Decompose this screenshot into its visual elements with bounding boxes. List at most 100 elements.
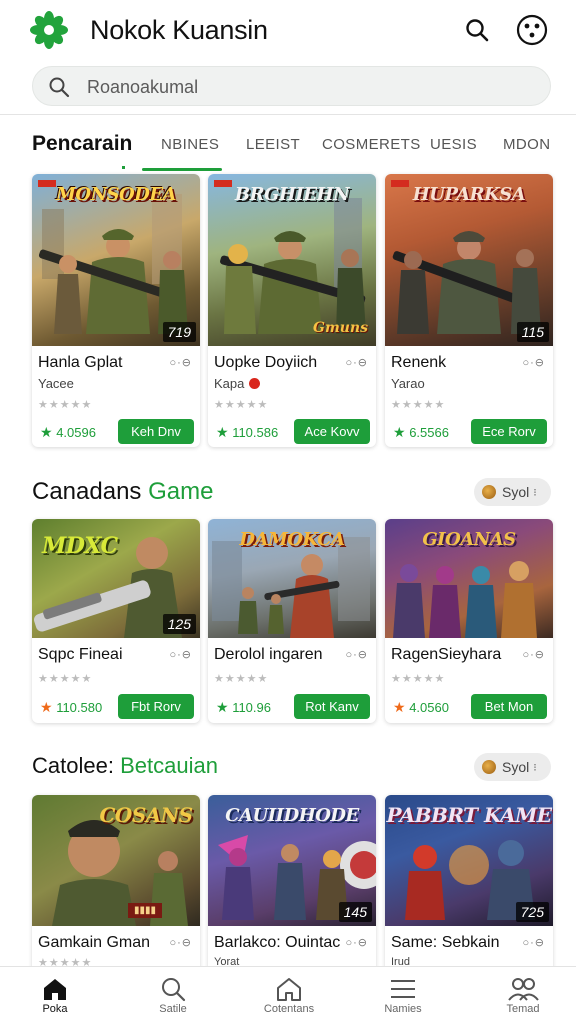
star-icon: ★ (40, 424, 53, 440)
tab-nbines[interactable]: NBINES (161, 136, 219, 153)
sort-chip[interactable]: Syol ⁝ (474, 478, 551, 506)
game-art: BRGHIEHN Gmuns (208, 174, 376, 346)
game-card[interactable]: GIOANAS RagenSieyhara ○·⊖ ★★★★★ ★ 4.0560… (385, 519, 553, 723)
more-options-icon[interactable]: ○·⊖ (522, 936, 545, 949)
game-art-title: GIOANAS (422, 529, 516, 550)
price-value: 4.0560 (409, 700, 449, 715)
game-art: DAMOKCA (208, 519, 376, 638)
nav-label: Satile (159, 1003, 187, 1015)
game-publisher: Kapa (214, 376, 261, 391)
sort-chip[interactable]: Syol ⁝ (474, 753, 551, 781)
house-outline-icon (244, 975, 334, 1003)
star-rating: ★★★★★ (391, 399, 446, 411)
game-name: RagenSieyhara (391, 646, 502, 663)
game-art: CAUIIDHODE 145 (208, 795, 376, 926)
game-card[interactable]: DAMOKCA Derolol ingaren ○·⊖ ★★★★★ ★ 110.… (208, 519, 376, 723)
game-name: Hanla Gplat (38, 354, 123, 371)
game-card[interactable]: HUPARKSA 115 Renenk ○·⊖ Yarao ★★★★★ ★ 6.… (385, 174, 553, 447)
game-art-title: DAMOKCA (239, 529, 345, 550)
search-icon (128, 975, 218, 1003)
game-art-banner: ▮▮▮▮ (128, 903, 163, 918)
more-options-icon[interactable]: ○·⊖ (345, 356, 368, 369)
game-price: ★ 4.0560 (393, 699, 449, 716)
rating-badge: 115 (516, 322, 549, 342)
game-art-logo: Gmuns (312, 320, 368, 336)
section-title: Catolee: Betcauian (32, 753, 218, 779)
bottom-navigation: Poka Satile Cotentans Namies Temad (0, 966, 576, 1024)
game-name: Renenk (391, 354, 447, 371)
star-icon: ★ (216, 699, 229, 715)
nav-item-search[interactable]: Satile (128, 975, 218, 1015)
sort-label: Syol (502, 484, 530, 500)
nav-item-team[interactable]: Temad (478, 975, 568, 1015)
get-button[interactable]: Ece Rorv (471, 419, 547, 444)
price-value: 6.5566 (409, 425, 449, 440)
price-value: 110.586 (232, 425, 279, 440)
chevron-icon: ⁝ (533, 761, 537, 774)
search-bar[interactable] (32, 66, 551, 106)
more-options-icon[interactable]: ○·⊖ (169, 356, 192, 369)
nav-label: Temad (506, 1003, 540, 1015)
game-name: Sqpc Fineai (38, 646, 123, 663)
section-title-main: Canadans (32, 478, 142, 505)
game-card[interactable]: MDXC 125 Sqpc Fineai ○·⊖ ★★★★★ ★ 110.580… (32, 519, 200, 723)
nav-item-contents[interactable]: Cotentans (244, 975, 334, 1015)
game-card[interactable]: COSANS ▮▮▮▮ Gamkain Gman ○·⊖ ★★★★★ (32, 795, 200, 975)
game-art-title: MONSODEA (55, 184, 177, 205)
get-button[interactable]: Keh Dnv (118, 419, 194, 444)
more-options-icon[interactable]: ○·⊖ (169, 936, 192, 949)
coin-icon (482, 760, 496, 774)
game-price: ★ 6.5566 (393, 424, 449, 441)
category-tabs: Pencarain NBINES LEEIST COSMERETS UESIS … (0, 124, 576, 172)
game-art: MDXC 125 (32, 519, 200, 638)
nav-label: Cotentans (263, 1003, 315, 1015)
section-title-accent: Game (148, 478, 214, 505)
search-icon[interactable] (461, 14, 493, 46)
star-icon: ★ (393, 699, 406, 715)
game-name: Gamkain Gman (38, 934, 151, 951)
price-value: 110.580 (56, 700, 103, 715)
more-options-icon[interactable]: ○·⊖ (522, 648, 545, 661)
more-options-icon[interactable]: ○·⊖ (345, 936, 368, 949)
game-card[interactable]: BRGHIEHN Gmuns Uopke Doyiich ○·⊖ Kapa ★★… (208, 174, 376, 447)
game-price: ★ 110.580 (40, 699, 102, 716)
tab-leeist[interactable]: LEEIST (246, 136, 300, 153)
profile-icon[interactable] (516, 14, 548, 46)
chevron-icon: ⁝ (533, 486, 537, 499)
nav-item-home[interactable]: Poka (10, 975, 100, 1015)
star-rating: ★★★★★ (391, 673, 446, 685)
rating-badge: 725 (515, 902, 549, 922)
tab-uesis[interactable]: UESIS (430, 136, 477, 153)
get-button[interactable]: Fbt Rorv (118, 694, 194, 719)
game-name: Same: Sebkain (391, 934, 500, 951)
price-value: 4.0596 (56, 425, 96, 440)
more-options-icon[interactable]: ○·⊖ (522, 356, 545, 369)
game-art-title: PABBRT KAME (386, 803, 553, 827)
more-options-icon[interactable]: ○·⊖ (169, 648, 192, 661)
game-publisher: Yacee (38, 376, 74, 391)
game-art-title: COSANS (99, 803, 193, 827)
game-art: GIOANAS (385, 519, 553, 638)
game-card[interactable]: PABBRT KAME 725 Same: Sebkain ○·⊖ Irud (385, 795, 553, 975)
rating-badge: 719 (162, 322, 196, 342)
game-name: Derolol ingaren (214, 646, 323, 663)
nav-item-names[interactable]: Namies (358, 975, 448, 1015)
game-art: PABBRT KAME 725 (385, 795, 553, 926)
get-button[interactable]: Bet Mon (471, 694, 547, 719)
tab-mdon[interactable]: MDON (503, 136, 550, 153)
app-title: Nokok Kuansin (90, 15, 268, 45)
section-title: Canadans Game (32, 478, 213, 506)
game-art-title: HUPARKSA (412, 184, 526, 205)
game-art-title: CAUIIDHODE (225, 805, 359, 826)
price-value: 110.96 (232, 700, 271, 715)
game-card[interactable]: CAUIIDHODE 145 Barlakco: Ouintac ○·⊖ Yor… (208, 795, 376, 975)
nav-label: Poka (42, 1003, 68, 1015)
get-button[interactable]: Rot Kanv (294, 694, 370, 719)
get-button[interactable]: Ace Kovv (294, 419, 370, 444)
search-input[interactable] (87, 74, 527, 100)
game-card[interactable]: MONSODEA 719 Hanla Gplat ○·⊖ Yacee ★★★★★… (32, 174, 200, 447)
more-options-icon[interactable]: ○·⊖ (345, 648, 368, 661)
tab-cosmerets[interactable]: COSMERETS (322, 136, 421, 153)
game-publisher: Yarao (391, 376, 425, 391)
star-rating: ★★★★★ (214, 399, 269, 411)
